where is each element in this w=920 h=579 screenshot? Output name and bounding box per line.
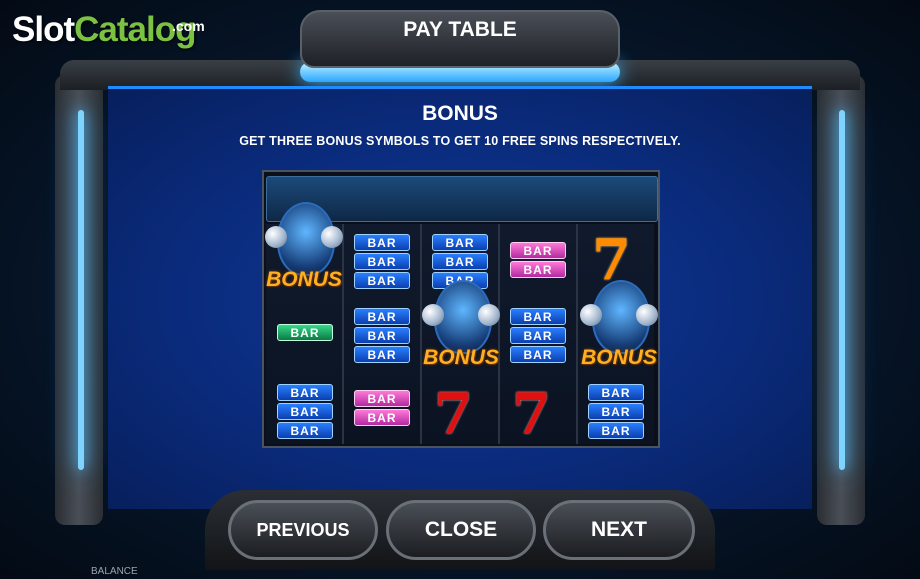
electrode-ball-icon bbox=[422, 304, 444, 326]
previous-button[interactable]: PREVIOUS bbox=[228, 500, 378, 560]
symbol-bar-triple-blue: BAR BAR BAR bbox=[277, 384, 333, 439]
symbol-bar-triple-blue: BAR BAR BAR bbox=[354, 234, 410, 289]
bar-label: BAR bbox=[510, 261, 566, 278]
electrode-ball-icon bbox=[265, 226, 287, 248]
section-description: GET THREE BONUS SYMBOLS TO GET 10 FREE S… bbox=[239, 134, 681, 148]
symbol-bar-double-pink: BAR BAR bbox=[354, 390, 410, 426]
symbol-bar-triple-blue: BAR BAR BAR bbox=[354, 308, 410, 363]
bar-label: BAR bbox=[277, 422, 333, 439]
right-lightning-glow bbox=[839, 110, 845, 470]
symbol-bar-single-green: BAR bbox=[277, 324, 333, 341]
electrode-ball-icon bbox=[636, 304, 658, 326]
bar-label: BAR bbox=[277, 403, 333, 420]
bar-label: BAR bbox=[354, 390, 410, 407]
bar-label: BAR bbox=[510, 242, 566, 259]
bar-label: BAR bbox=[588, 422, 644, 439]
bar-label: BAR bbox=[588, 403, 644, 420]
reel-2: BAR BAR BAR BAR BAR BAR BAR BAR bbox=[344, 224, 422, 444]
bonus-symbol-label: BONUS bbox=[581, 346, 657, 369]
symbol-bar-triple-blue: BAR BAR BAR bbox=[588, 384, 644, 439]
bonus-symbol-label: BONUS bbox=[423, 346, 499, 369]
seven-label: 7 bbox=[434, 381, 473, 447]
logo-slot-text: Slot bbox=[12, 10, 75, 49]
reel-4: BAR BAR BAR BAR BAR 7 bbox=[500, 224, 578, 444]
bar-label: BAR bbox=[354, 409, 410, 426]
left-lightning-glow bbox=[78, 110, 84, 470]
bar-label: BAR bbox=[354, 272, 410, 289]
bar-label: BAR bbox=[354, 253, 410, 270]
bar-label: BAR bbox=[432, 234, 488, 251]
bar-label: BAR bbox=[277, 324, 333, 341]
slotcatalog-logo: SlotCatalog .com bbox=[12, 10, 205, 50]
bonus-symbol-label: BONUS bbox=[266, 268, 342, 291]
bonus-symbol-reel-3: BONUS bbox=[420, 276, 502, 384]
next-button[interactable]: NEXT bbox=[543, 500, 695, 560]
bar-label: BAR bbox=[510, 346, 566, 363]
bonus-symbol-reel-1: BONUS bbox=[263, 198, 345, 306]
bar-label: BAR bbox=[354, 234, 410, 251]
bar-label: BAR bbox=[354, 346, 410, 363]
symbol-seven-red: 7 bbox=[512, 386, 551, 442]
bonus-symbol-reel-5: BONUS bbox=[578, 276, 660, 384]
close-button[interactable]: CLOSE bbox=[386, 500, 536, 560]
bar-label: BAR bbox=[588, 384, 644, 401]
electrode-ball-icon bbox=[580, 304, 602, 326]
section-heading: BONUS bbox=[422, 102, 498, 125]
page-title: PAY TABLE bbox=[403, 18, 517, 41]
bar-label: BAR bbox=[277, 384, 333, 401]
logo-com-text: .com bbox=[172, 18, 205, 34]
seven-label: 7 bbox=[512, 381, 551, 447]
bar-label: BAR bbox=[354, 308, 410, 325]
electrode-ball-icon bbox=[478, 304, 500, 326]
bar-label: BAR bbox=[432, 253, 488, 270]
symbol-bar-double-pink: BAR BAR bbox=[510, 242, 566, 278]
bar-label: BAR bbox=[510, 327, 566, 344]
electrode-ball-icon bbox=[321, 226, 343, 248]
symbol-seven-red: 7 bbox=[434, 386, 473, 442]
bar-label: BAR bbox=[510, 308, 566, 325]
symbol-bar-triple-blue: BAR BAR BAR bbox=[510, 308, 566, 363]
balance-label: BALANCE bbox=[91, 566, 138, 577]
bar-label: BAR bbox=[354, 327, 410, 344]
